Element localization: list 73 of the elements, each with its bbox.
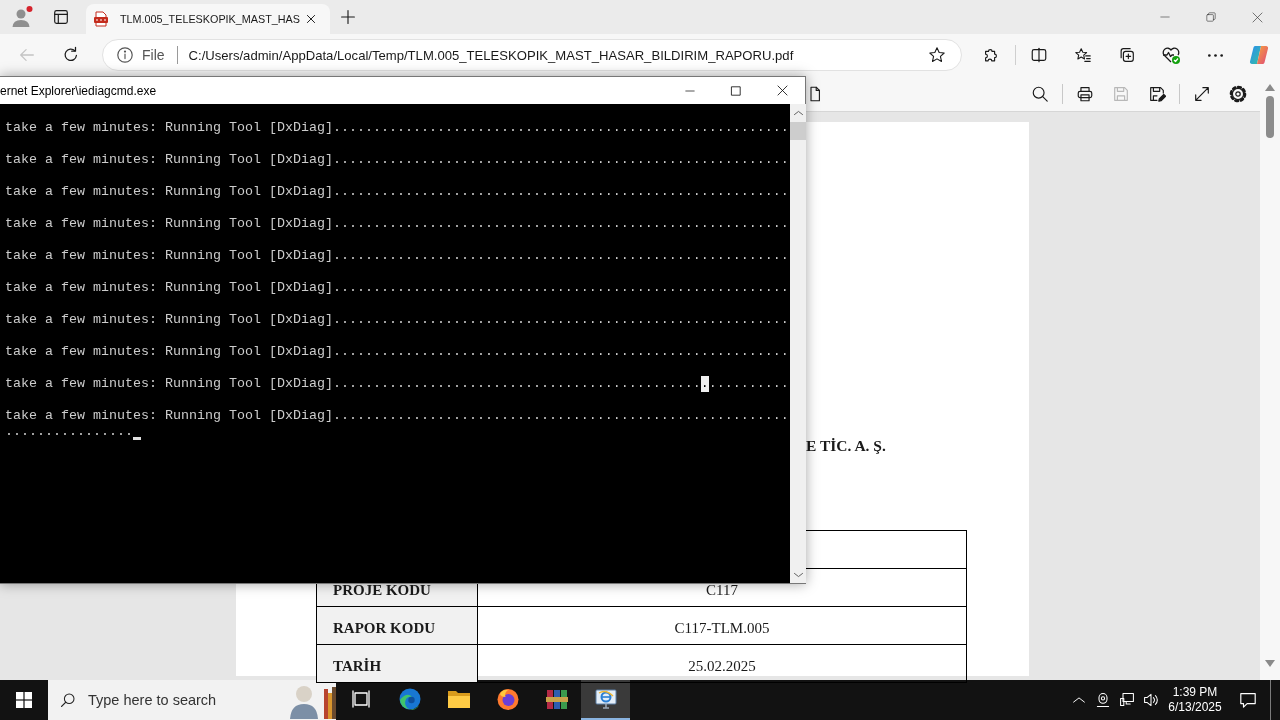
- printer-icon: [1076, 84, 1094, 103]
- search-icon: [60, 692, 76, 708]
- chevron-down-icon: [793, 571, 803, 578]
- taskbar-app-button[interactable]: [581, 680, 630, 720]
- scroll-thumb[interactable]: [790, 122, 806, 140]
- more-icon: [1207, 53, 1223, 57]
- row-label-cell: RAPOR KODU: [316, 606, 478, 645]
- network-icon: [1119, 692, 1135, 708]
- triangle-down-icon: [1265, 659, 1275, 667]
- search-box[interactable]: Type here to search: [48, 680, 336, 720]
- console-line: ................: [5, 424, 133, 440]
- star-icon: [928, 46, 946, 64]
- windows-logo-icon: [16, 692, 32, 708]
- profile-avatar-icon: [10, 5, 34, 29]
- address-bar[interactable]: File C:/Users/admin/AppData/Local/Temp/TLM.005_TELESKOPIK_MAST_HASAR_BILDIRIM_RAPORU.pdf: [102, 39, 962, 71]
- clock-button[interactable]: 1:39 PM 6/13/2025: [1165, 680, 1225, 720]
- task-view-icon: [350, 689, 371, 709]
- window-title: ernet Explorer\iediagcmd.exe: [0, 83, 157, 98]
- info-icon: [116, 46, 134, 64]
- chevron-up-icon: [793, 109, 803, 116]
- console-line: take a few minutes: Running Tool [DxDiag].........................................................: [5, 344, 789, 360]
- console-scrollbar[interactable]: [790, 104, 806, 583]
- collections-icon: [1118, 46, 1136, 64]
- tab-actions-icon: [52, 8, 70, 26]
- triangle-up-icon: [1265, 83, 1275, 91]
- close-icon: [305, 13, 317, 25]
- console-line: ..........: [708, 376, 789, 392]
- pdf-document-icon: [93, 11, 109, 27]
- close-icon: [1250, 10, 1264, 24]
- swirl-icon: [397, 687, 422, 711]
- restore-icon: [1205, 11, 1217, 23]
- console-line: take a few minutes: Running Tool [DxDiag].........................................................: [5, 216, 789, 232]
- tab-title: TLM.005_TELESKOPIK_MAST_HAS: [120, 13, 301, 25]
- search-field[interactable]: Type here to search: [84, 685, 256, 715]
- flame-icon: [495, 687, 520, 711]
- console-line: take a few minutes: Running Tool [DxDiag].........................................................: [5, 152, 789, 168]
- chevron-up-icon: [1073, 696, 1085, 704]
- close-icon: [775, 84, 789, 97]
- expand-arrows-icon: [1193, 84, 1211, 103]
- console-line: take a few minutes: Running Tool [DxDiag].........................................................: [5, 408, 789, 424]
- console-line: take a few minutes: Running Tool [DxDiag].........................................................: [5, 184, 789, 200]
- page-icon: [808, 85, 822, 102]
- refresh-icon: [62, 46, 80, 64]
- page-heading: E TİC. A. Ş.: [806, 436, 886, 456]
- device-icon: [1095, 692, 1111, 708]
- plus-icon: [340, 9, 356, 25]
- split-screen-icon: [1030, 46, 1048, 64]
- copilot-icon: [1248, 44, 1270, 66]
- value-cell: C117-TLM.005: [477, 606, 967, 645]
- console-line: take a few minutes: Running Tool [DxDiag].........................................................: [5, 312, 789, 328]
- speech-bubble-icon: [1238, 691, 1257, 709]
- console-line: take a few minutes: Running Tool [DxDiag].........................................................: [5, 120, 789, 136]
- row-label-cell: TARİH: [316, 644, 478, 683]
- gear-icon: [1228, 83, 1248, 104]
- back-arrow-icon: [18, 46, 36, 64]
- speaker-icon: [1143, 692, 1159, 708]
- selected-character: .: [700, 376, 709, 392]
- monitor-icon: [593, 687, 618, 711]
- search-icon: [1031, 84, 1049, 103]
- floppy-pencil-icon: [1148, 84, 1166, 103]
- maximize-icon: [730, 84, 742, 97]
- console-line: take a few minutes: Running Tool [DxDiag].........................................................: [5, 248, 789, 264]
- site-info-button[interactable]: File: [116, 43, 165, 67]
- browser-tab[interactable]: TLM.005_TELESKOPIK_MAST_HAS: [86, 4, 330, 34]
- url-text: C:/Users/admin/AppData/Local/Temp/TLM.005_TELESKOPIK_MAST_HASAR_BILDIRIM_RAPORU.pdf: [188, 47, 794, 63]
- puzzle-icon: [982, 46, 1000, 64]
- console-line: take a few minutes: Running Tool [DxDiag]..............................................: [5, 376, 701, 392]
- books-icon: [544, 687, 569, 711]
- folder-icon: [446, 688, 471, 710]
- scroll-thumb[interactable]: [1266, 96, 1274, 138]
- heart-pulse-icon: [1161, 45, 1181, 65]
- star-list-icon: [1074, 46, 1092, 64]
- console-line: take a few minutes: Running Tool [DxDiag].........................................................: [5, 280, 789, 296]
